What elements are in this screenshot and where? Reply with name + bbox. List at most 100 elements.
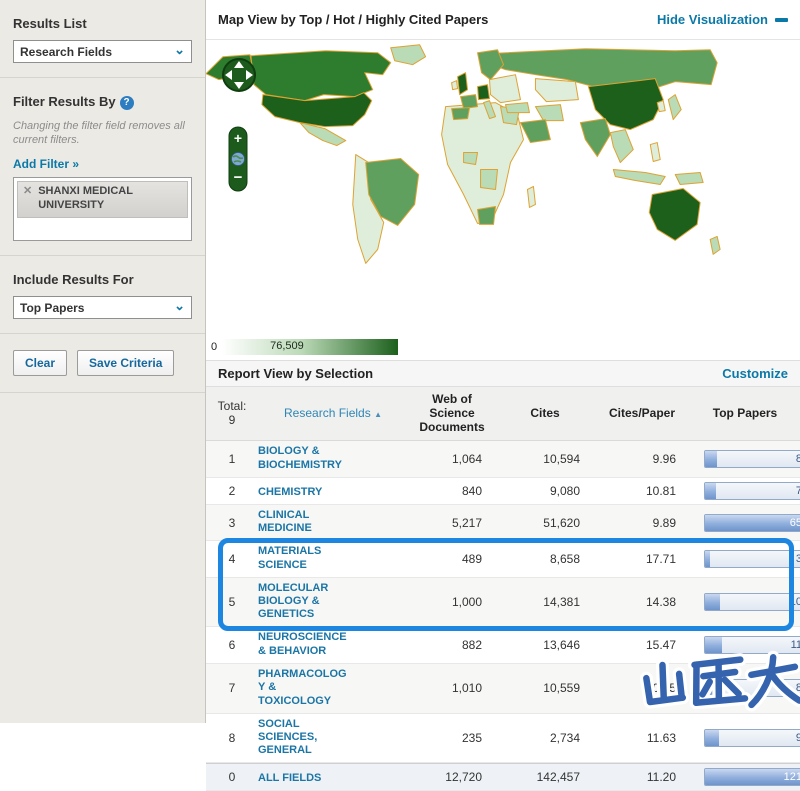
research-field-link[interactable]: SOCIAL SCIENCES, GENERAL [258, 718, 350, 758]
main-panel: Map View by Top / Hot / Highly Cited Pap… [206, 0, 800, 723]
row-docs: 1,064 [408, 452, 496, 466]
results-list-dropdown[interactable]: Research Fields ⌄ [13, 40, 192, 63]
top-papers-value: 9 [796, 732, 800, 744]
country-eastern-europe[interactable] [490, 75, 521, 103]
hide-visualization-link[interactable]: Hide Visualization [657, 12, 788, 27]
clear-button[interactable]: Clear [13, 350, 67, 376]
table-row: 3CLINICAL MEDICINE5,21751,6209.8965 [206, 505, 800, 541]
table-row: 7PHARMACOLOGY & TOXICOLOGY1,01010,55910.… [206, 664, 800, 714]
country-korea[interactable] [657, 101, 665, 112]
column-cites[interactable]: Cites [496, 407, 594, 421]
country-nigeria[interactable] [464, 153, 478, 165]
map-pan-control[interactable] [220, 56, 258, 94]
row-cites-per-paper: 11.63 [594, 731, 690, 745]
country-madagascar[interactable] [527, 186, 535, 207]
country-south-africa[interactable] [478, 206, 496, 224]
country-canada[interactable] [251, 51, 391, 101]
row-rank: 7 [206, 681, 258, 695]
table-row: 0ALL FIELDS12,720142,45711.20121 [206, 763, 800, 791]
column-top-papers[interactable]: Top Papers [690, 407, 800, 421]
top-papers-bar: 11 [704, 636, 800, 654]
top-papers-value: 11 [791, 639, 800, 651]
row-cites: 8,658 [496, 552, 594, 566]
report-table: Total: 9 Research Fields ▲ Web of Scienc… [206, 387, 800, 791]
top-papers-value: 7 [796, 485, 800, 497]
row-rank: 3 [206, 516, 258, 530]
country-saudi-arabia[interactable] [520, 120, 550, 143]
country-germany[interactable] [478, 85, 490, 100]
country-philippines[interactable] [650, 143, 660, 162]
country-new-zealand[interactable] [710, 236, 720, 254]
remove-filter-icon[interactable]: ✕ [23, 185, 32, 213]
country-iran[interactable] [535, 105, 563, 121]
row-field: PHARMACOLOGY & TOXICOLOGY [258, 668, 408, 709]
column-wos-documents[interactable]: Web of Science Documents [408, 393, 496, 434]
country-australia[interactable] [649, 188, 700, 240]
top-papers-bar: 9 [704, 729, 800, 747]
world-choropleth-map[interactable] [206, 42, 800, 322]
add-filter-link[interactable]: Add Filter » [13, 157, 79, 171]
customize-link[interactable]: Customize [722, 366, 788, 381]
row-top-papers: 8 [690, 450, 800, 468]
row-field: MOLECULAR BIOLOGY & GENETICS [258, 582, 408, 623]
filter-chip[interactable]: ✕ SHANXI MEDICAL UNIVERSITY [17, 181, 188, 218]
table-row: 5MOLECULAR BIOLOGY & GENETICS1,00014,381… [206, 578, 800, 628]
country-turkey[interactable] [505, 103, 529, 113]
country-spain[interactable] [452, 108, 470, 120]
research-field-link[interactable]: ALL FIELDS [258, 772, 350, 785]
row-docs: 1,010 [408, 681, 496, 695]
row-top-papers: 11 [690, 636, 800, 654]
research-field-link[interactable]: MOLECULAR BIOLOGY & GENETICS [258, 582, 350, 622]
top-papers-bar: 121 [704, 768, 800, 786]
zoom-out-button: − [234, 169, 243, 186]
row-cites: 10,559 [496, 681, 594, 695]
research-field-link[interactable]: CHEMISTRY [258, 486, 350, 499]
table-row: 4MATERIALS SCIENCE4898,65817.713 [206, 541, 800, 577]
country-png[interactable] [675, 173, 703, 185]
research-field-link[interactable]: CLINICAL MEDICINE [258, 509, 350, 536]
top-papers-value: 3 [796, 553, 800, 565]
table-row: 6NEUROSCIENCE & BEHAVIOR88213,64615.4711 [206, 627, 800, 663]
map-zoom-control[interactable]: + − [228, 126, 248, 192]
country-usa[interactable] [262, 93, 372, 127]
research-field-link[interactable]: NEUROSCIENCE & BEHAVIOR [258, 631, 350, 658]
help-icon[interactable]: ? [120, 96, 134, 110]
country-france[interactable] [461, 95, 478, 109]
row-field: NEUROSCIENCE & BEHAVIOR [258, 631, 408, 658]
top-papers-bar: 3 [704, 550, 800, 568]
sidebar: Results List Research Fields ⌄ Filter Re… [0, 0, 206, 723]
row-field: MATERIALS SCIENCE [258, 545, 408, 572]
country-uk[interactable] [458, 73, 468, 95]
country-scandinavia[interactable] [478, 50, 504, 80]
results-list-selected: Research Fields [20, 45, 112, 59]
research-field-link[interactable]: BIOLOGY & BIOCHEMISTRY [258, 445, 350, 472]
country-japan[interactable] [668, 95, 681, 120]
top-papers-value: 10 [790, 596, 800, 608]
row-top-papers: 9 [690, 729, 800, 747]
research-field-link[interactable]: PHARMACOLOGY & TOXICOLOGY [258, 668, 350, 708]
row-cites: 142,457 [496, 770, 594, 784]
top-papers-value: 8 [796, 453, 800, 465]
country-greenland[interactable] [391, 45, 426, 65]
country-central-asia[interactable] [535, 79, 578, 102]
active-filters-box: ✕ SHANXI MEDICAL UNIVERSITY [13, 177, 192, 241]
save-criteria-button[interactable]: Save Criteria [77, 350, 174, 376]
top-papers-value: 65 [790, 517, 800, 529]
table-row: 2CHEMISTRY8409,08010.817 [206, 478, 800, 505]
include-dropdown[interactable]: Top Papers ⌄ [13, 296, 192, 319]
row-field: CHEMISTRY [258, 482, 408, 500]
country-india[interactable] [580, 119, 610, 157]
country-indonesia[interactable] [613, 170, 665, 185]
column-research-fields[interactable]: Research Fields ▲ [258, 407, 408, 421]
research-field-link[interactable]: MATERIALS SCIENCE [258, 545, 350, 572]
legend-gradient: 76,509 [222, 339, 398, 355]
column-cites-per-paper[interactable]: Cites/Paper [594, 407, 690, 421]
country-se-asia[interactable] [610, 130, 633, 163]
row-cites-per-paper: 14.38 [594, 595, 690, 609]
filter-heading: Filter Results By? [13, 94, 192, 110]
country-ireland[interactable] [452, 81, 458, 90]
row-cites-per-paper: 10.81 [594, 484, 690, 498]
row-cites-per-paper: 15.47 [594, 638, 690, 652]
country-russia[interactable] [487, 49, 718, 91]
country-drc[interactable] [481, 170, 498, 190]
